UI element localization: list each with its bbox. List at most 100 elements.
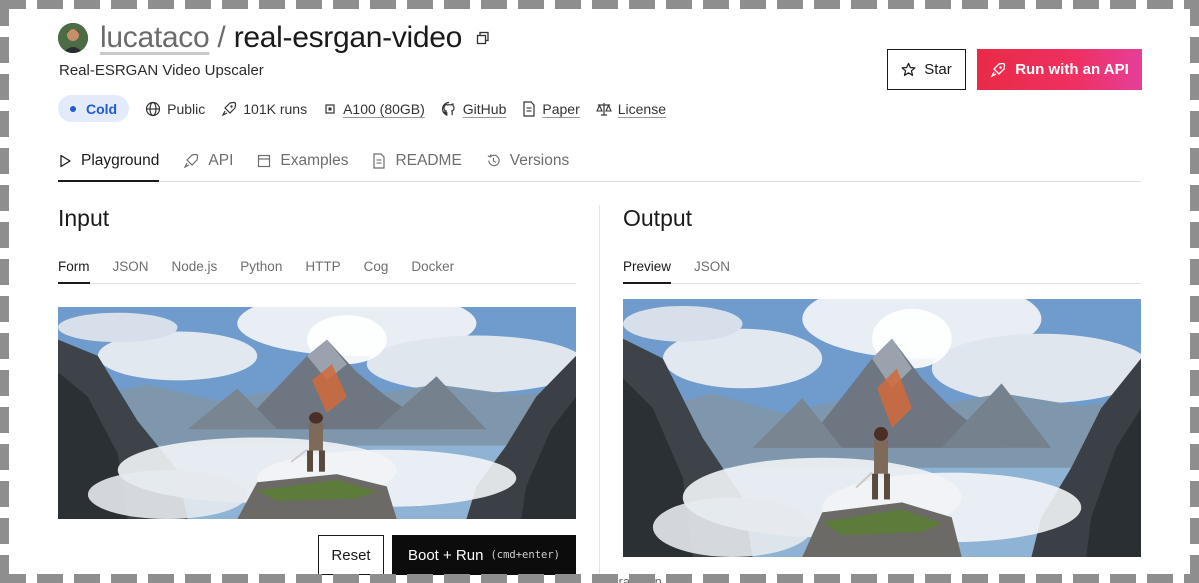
tab-api[interactable]: API <box>183 140 233 181</box>
frame-dash <box>1190 407 1199 433</box>
frame-dash <box>1036 574 1062 583</box>
frame-dash <box>0 185 9 211</box>
subtab-output-json[interactable]: JSON <box>694 249 730 283</box>
tab-label: Examples <box>280 151 349 169</box>
chip-icon <box>325 103 335 114</box>
frame-dash <box>1073 0 1099 9</box>
document-icon <box>373 152 386 169</box>
frame-dash <box>0 111 9 137</box>
star-icon <box>901 62 916 76</box>
frame-dash <box>518 0 544 9</box>
runs-count: 101K runs <box>243 100 308 117</box>
pane-divider <box>599 205 600 583</box>
frame-dash <box>1147 0 1173 9</box>
subtab-docker[interactable]: Docker <box>411 249 454 283</box>
frame-dash <box>1110 0 1136 9</box>
scale-icon <box>595 102 612 116</box>
frame-dash <box>407 0 433 9</box>
frame-dash <box>0 74 9 100</box>
frame-dash <box>0 555 9 581</box>
output-video-preview[interactable] <box>623 299 1141 557</box>
model-description: Real-ESRGAN Video Upscaler <box>59 62 264 79</box>
frame-dash <box>0 37 9 63</box>
frame-dash <box>1190 111 1199 137</box>
input-video-preview[interactable] <box>58 307 576 519</box>
frame-dash <box>0 0 9 26</box>
tab-readme[interactable]: README <box>372 140 462 181</box>
subtab-cog[interactable]: Cog <box>364 249 389 283</box>
visibility-label: Public <box>167 100 206 117</box>
frame-dash <box>0 481 9 507</box>
boot-run-button[interactable]: Boot + Run (cmd+enter) <box>392 535 576 575</box>
frame-dash <box>1190 259 1199 285</box>
user-avatar[interactable] <box>58 23 88 53</box>
tab-label: API <box>208 151 234 169</box>
frame-dash <box>444 574 470 583</box>
frame-dash <box>1190 148 1199 174</box>
subtab-form[interactable]: Form <box>58 249 90 284</box>
hardware-label[interactable]: A100 (80GB) <box>343 101 425 117</box>
frame-dash <box>1190 222 1199 248</box>
model-title: lucataco / real-esrgan-video <box>58 20 490 56</box>
frame-dash <box>592 574 618 583</box>
frame-dash <box>888 0 914 9</box>
frame-dash <box>962 0 988 9</box>
paper-link[interactable]: Paper <box>522 101 580 117</box>
input-heading: Input <box>58 205 110 231</box>
subtab-http[interactable]: HTTP <box>305 249 340 283</box>
frame-dash <box>666 574 692 583</box>
frame-dash <box>296 574 322 583</box>
video-frame-image <box>58 307 576 519</box>
subtab-preview[interactable]: Preview <box>623 249 672 284</box>
frame-dash <box>444 0 470 9</box>
frame-dash <box>111 0 137 9</box>
subtab-json[interactable]: JSON <box>113 249 149 283</box>
frame-dash <box>999 574 1025 583</box>
frame-dash <box>740 0 766 9</box>
frame-dash <box>999 0 1025 9</box>
github-label[interactable]: GitHub <box>463 101 507 117</box>
frame-dash <box>0 518 9 544</box>
star-button[interactable]: Star <box>887 49 966 90</box>
subtab-nodejs[interactable]: Node.js <box>172 249 218 283</box>
frame-dash <box>111 574 137 583</box>
frame-dash <box>592 0 618 9</box>
runs-info: 101K runs <box>221 101 307 117</box>
github-link[interactable]: GitHub <box>441 101 507 117</box>
frame-dash <box>1190 37 1199 63</box>
frame-dash <box>925 0 951 9</box>
license-link[interactable]: License <box>595 101 666 117</box>
frame-dash <box>555 574 581 583</box>
image-icon <box>258 154 271 167</box>
paper-label[interactable]: Paper <box>542 101 579 117</box>
frame-dash <box>333 0 359 9</box>
license-label[interactable]: License <box>618 101 666 117</box>
frame-dash <box>1190 0 1199 26</box>
frame-dash <box>1190 555 1199 581</box>
frame-dash <box>851 0 877 9</box>
play-icon <box>60 154 71 167</box>
subtab-python[interactable]: Python <box>240 249 282 283</box>
tab-versions[interactable]: Versions <box>486 140 569 181</box>
path-separator: / <box>217 21 226 54</box>
frame-dash <box>0 222 9 248</box>
frame-dash <box>370 0 396 9</box>
frame-dash <box>222 0 248 9</box>
frame-dash <box>37 574 63 583</box>
reset-button[interactable]: Reset <box>318 535 384 575</box>
tab-examples[interactable]: Examples <box>257 140 348 181</box>
frame-dash <box>1036 0 1062 9</box>
copy-icon[interactable] <box>476 31 490 45</box>
tab-label: Versions <box>509 151 570 169</box>
frame-dash <box>0 296 9 322</box>
hardware-info[interactable]: A100 (80GB) <box>323 101 425 117</box>
frame-dash <box>185 0 211 9</box>
tab-playground[interactable]: Playground <box>58 140 160 182</box>
status-dot-icon <box>70 105 76 112</box>
owner-link[interactable]: lucataco <box>100 21 210 55</box>
keyboard-shortcut: (cmd+enter) <box>490 549 560 561</box>
run-with-api-button[interactable]: Run with an API <box>977 49 1142 90</box>
frame-dash <box>1190 518 1199 544</box>
frame-dash <box>407 574 433 583</box>
frame-dash <box>518 574 544 583</box>
